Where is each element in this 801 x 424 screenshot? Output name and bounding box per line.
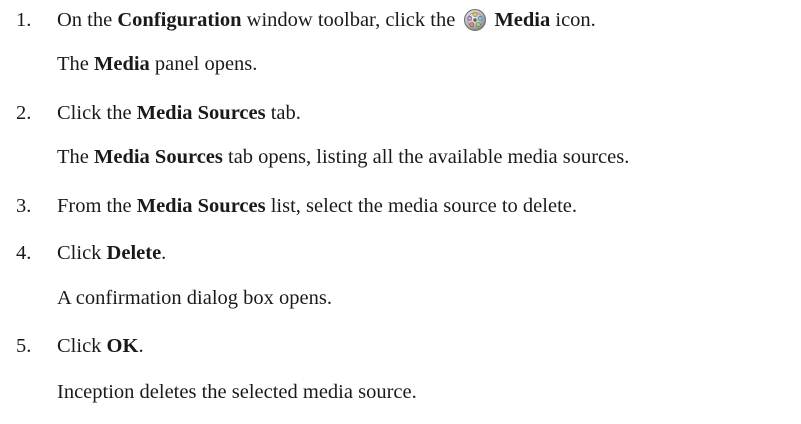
media-reel-icon: [462, 8, 488, 32]
ui-term-media-sources: Media Sources: [94, 146, 223, 168]
ui-term-media-sources: Media Sources: [136, 195, 266, 217]
ui-term-delete: Delete: [106, 242, 162, 264]
step-text: From the Media Sources list, select the …: [57, 195, 577, 217]
ui-term-media: Media: [494, 9, 551, 31]
step-number: 3.: [16, 195, 32, 217]
step-number: 4.: [16, 242, 32, 264]
step-text: Click OK.: [57, 335, 144, 357]
ui-term-ok: OK: [106, 335, 139, 357]
step-text: Click the Media Sources tab.: [57, 102, 301, 124]
instruction-document: 1. On the Configuration window toolbar, …: [16, 8, 630, 403]
ui-term-media: Media: [94, 53, 150, 75]
ui-term-configuration: Configuration: [117, 9, 242, 31]
step-text: On the Configuration window toolbar, cli…: [57, 8, 596, 32]
step-number: 5.: [16, 335, 32, 357]
step-number: 2.: [16, 102, 32, 124]
ui-term-media-sources: Media Sources: [136, 102, 266, 124]
step-number: 1.: [16, 9, 32, 31]
step-text: Click Delete.: [57, 242, 167, 264]
